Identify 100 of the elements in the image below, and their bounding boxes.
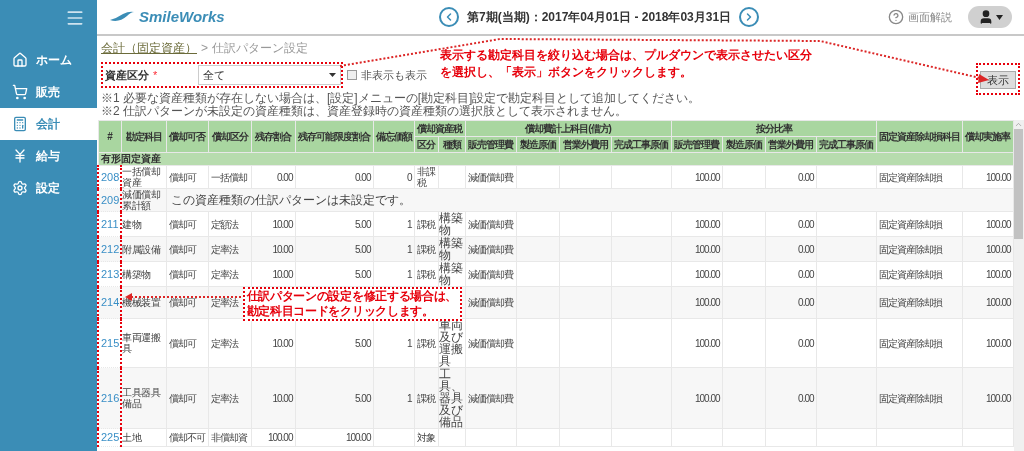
table-cell: 100.00	[671, 261, 723, 287]
table-cell: 非償却資	[208, 428, 251, 446]
table-cell: 定額法	[208, 211, 251, 237]
table-cell: 固定資産除却損	[876, 367, 963, 429]
sidebar-item[interactable]: 給与	[0, 140, 97, 172]
table-cell: 構築物	[438, 211, 465, 237]
table-cell: 10.00	[251, 236, 295, 262]
table-cell: 100.00	[671, 165, 723, 189]
table-cell: 100.00	[962, 236, 1014, 262]
table-cell: 附属設備	[121, 236, 166, 262]
table-cell: 0.00	[765, 165, 817, 189]
table-cell: 工具器具備品	[121, 367, 166, 429]
table-cell: 0.00	[295, 165, 373, 189]
previous-period-button[interactable]	[439, 7, 459, 27]
table-cell: 償却不可	[166, 428, 208, 446]
column-header: #	[98, 120, 121, 153]
table-cell: 固定資産除却損	[876, 165, 963, 189]
table-cell: 課税	[414, 236, 438, 262]
fiscal-period: 第7期(当期)：2017年04月01日 - 2018年03月31日	[466, 9, 733, 26]
table-cell: 課税	[414, 318, 438, 368]
table-cell: 0.00	[765, 318, 817, 368]
table-cell: 減価償却費	[465, 211, 516, 237]
column-group-header: 償却費計上科目(借方)	[465, 120, 672, 137]
table-cell: 100.00	[671, 236, 723, 262]
table-cell: 減価償却費	[465, 286, 516, 319]
table-cell: 一括償却	[208, 165, 251, 189]
table-cell: 一括償却資産	[121, 165, 166, 189]
table-cell: 100.00	[671, 318, 723, 368]
table-cell: 1	[373, 318, 414, 368]
show-button[interactable]: 表示	[980, 71, 1016, 89]
yen-icon	[12, 148, 28, 164]
table-cell: 固定資産除却損	[876, 286, 963, 319]
table-cell: 課税	[414, 211, 438, 237]
sidebar-item[interactable]: ホーム	[0, 44, 97, 76]
table-cell: 構築物	[438, 236, 465, 262]
table-cell: 1	[373, 261, 414, 287]
table-cell: 減価償却費	[465, 261, 516, 287]
help-icon[interactable]	[888, 9, 904, 25]
table-cell: 固定資産除却損	[876, 236, 963, 262]
caret-icon	[329, 73, 336, 77]
table-cell: 5.00	[295, 236, 373, 262]
table-cell: 5.00	[295, 211, 373, 237]
table-cell: 減価償却費	[465, 236, 516, 262]
column-header: 償却区分	[208, 120, 251, 153]
column-group-header: 償却資産税	[414, 120, 465, 137]
table-cell: 課税	[414, 261, 438, 287]
app-logo: SmileWorks	[139, 6, 225, 27]
table-cell: 償却可	[166, 367, 208, 429]
breadcrumb-link[interactable]: 会計（固定資産）	[101, 39, 197, 57]
column-header: 備忘価額	[373, 120, 414, 153]
column-header: 残存可能限度割合	[295, 120, 373, 153]
account-code-link[interactable]: 225	[98, 428, 121, 446]
table-cell: 100.00	[962, 286, 1014, 319]
table-cell: 償却可	[166, 318, 208, 368]
table-cell: 1	[373, 236, 414, 262]
instruction-text: 表示する勘定科目を絞り込む場合は、プルダウンで表示させたい区分を選択し、「表示」ボタンをクリックします。	[440, 47, 813, 81]
table-cell: この資産種類の仕訳パターンは未設定です。	[166, 188, 1014, 212]
table-cell: 100.00	[962, 318, 1014, 368]
column-header: 償却実施率	[962, 120, 1014, 153]
table-cell: 定率法	[208, 261, 251, 287]
table-cell: 償却可	[166, 211, 208, 237]
next-period-button[interactable]	[739, 7, 760, 27]
table-cell: 土地	[121, 428, 166, 446]
table-cell: 定率法	[208, 236, 251, 262]
table-cell: 100.00	[671, 367, 723, 429]
checkbox[interactable]	[347, 70, 357, 80]
table-cell: 工具、器具及び備品	[438, 367, 465, 429]
table-cell: 課税	[414, 367, 438, 429]
breadcrumb-current: 仕訳パターン設定	[212, 40, 308, 57]
home-icon	[12, 52, 28, 68]
asset-category-select[interactable]: 全て	[198, 65, 341, 85]
table-cell: 1	[373, 211, 414, 237]
table-cell: 0.00	[765, 286, 817, 319]
sidebar-item[interactable]: 会計	[0, 108, 97, 140]
table-cell: 100.00	[962, 165, 1014, 189]
table-cell: 100.00	[251, 428, 295, 446]
table-cell: 償却可	[166, 261, 208, 287]
table-cell: 減価償却費	[465, 367, 516, 429]
table-cell: 償却可	[166, 286, 208, 319]
help-link[interactable]: 画面解説	[908, 8, 952, 26]
sidebar-item[interactable]: 販売	[0, 76, 97, 108]
table-cell: 定率法	[208, 318, 251, 368]
table-cell: 10.00	[251, 318, 295, 368]
scrollbar[interactable]	[1013, 120, 1024, 451]
table-cell: 対象	[414, 428, 438, 446]
table-cell: 償却可	[166, 165, 208, 189]
table-cell: 10.00	[251, 211, 295, 237]
user-menu-button[interactable]	[968, 6, 1012, 28]
column-header: 償却可否	[166, 120, 208, 153]
sidebar-item[interactable]: 設定	[0, 172, 97, 204]
table-cell: 10.00	[251, 261, 295, 287]
menu-icon[interactable]	[65, 8, 85, 28]
column-header: 勘定科目	[121, 120, 166, 153]
table-cell: 固定資産除却損	[876, 211, 963, 237]
table-cell: 車両運搬具	[121, 318, 166, 368]
note-text: ※2 仕訳パターンが未設定の資産種類は、資産登録時の資産種類の選択肢として表示されません。	[101, 105, 628, 118]
settings-icon	[12, 180, 28, 196]
table-cell: 非課税	[414, 165, 438, 189]
table-cell: 構築物	[121, 261, 166, 287]
table-cell: 100.00	[671, 211, 723, 237]
